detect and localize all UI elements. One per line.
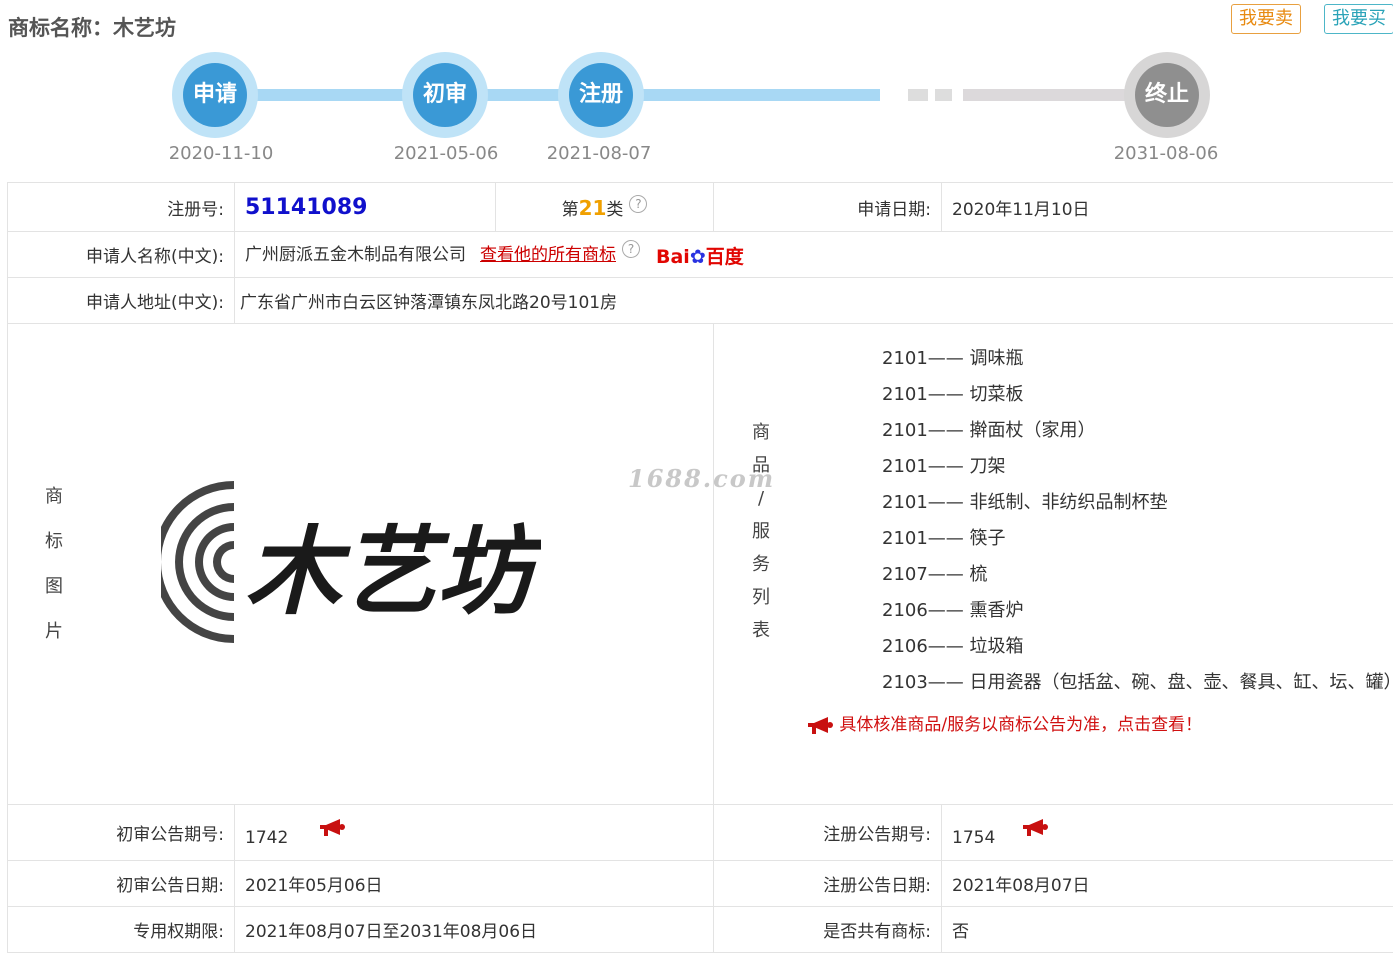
- table-row: 专用权期限: 2021年08月07日至2031年08月06日 是否共有商标: 否: [7, 906, 1393, 953]
- watermark: 1688.com: [628, 464, 776, 493]
- megaphone-icon[interactable]: [318, 818, 346, 836]
- table-row: 初审公告期号: 1742 注册公告期号: 1754: [7, 804, 1393, 861]
- sell-button[interactable]: 我要卖: [1231, 4, 1301, 34]
- prelim-date-value: 2021年05月06日: [234, 860, 714, 907]
- applicant-cell: 广州厨派五金木制品有限公司 查看他的所有商标? Bai✿百度: [234, 231, 1393, 278]
- table-row: 申请人地址(中文): 广东省广州市白云区钟落潭镇东凤北路20号101房: [7, 277, 1393, 324]
- timeline-date-apply: 2020-11-10: [168, 143, 274, 164]
- timeline-progress-bar: [215, 89, 880, 101]
- list-item: 2101—— 切菜板: [882, 384, 1024, 405]
- buy-button[interactable]: 我要买: [1324, 4, 1393, 34]
- class-number: 21: [578, 195, 607, 220]
- baidu-search-button[interactable]: Bai✿百度: [656, 242, 744, 269]
- list-item: 2106—— 熏香炉: [882, 600, 1024, 621]
- help-icon[interactable]: ?: [629, 194, 648, 213]
- timeline-node-register: 注册: [558, 52, 644, 138]
- list-item: 2101—— 刀架: [882, 456, 1006, 477]
- goods-list: 2101—— 调味瓶 2101—— 切菜板 2101—— 擀面杖（家用） 210…: [882, 341, 1393, 701]
- list-item: 2103—— 日用瓷器（包括盆、碗、盘、壶、餐具、缸、坛、罐）: [882, 672, 1393, 693]
- prelim-issue-label: 初审公告期号:: [7, 804, 235, 861]
- goods-section-label: 商品 / 服务列表: [752, 422, 770, 641]
- reg-issue-label: 注册公告期号:: [713, 804, 942, 861]
- term-value: 2021年08月07日至2031年08月06日: [234, 906, 714, 953]
- timeline-date-register: 2021-08-07: [546, 143, 652, 164]
- megaphone-icon: [808, 717, 833, 734]
- megaphone-icon[interactable]: [1021, 818, 1049, 836]
- prelim-date-label: 初审公告日期:: [7, 860, 235, 907]
- table-row: 注册号: 51141089 第21类? 申请日期: 2020年11月10日: [7, 182, 1393, 232]
- reg-no-value: 51141089: [245, 194, 368, 220]
- applicant-name: 广州厨派五金木制品有限公司: [245, 245, 466, 266]
- timeline-date-prelim: 2021-05-06: [393, 143, 499, 164]
- trademark-info-table: 注册号: 51141089 第21类? 申请日期: 2020年11月10日 申请…: [7, 182, 1393, 953]
- list-item: 2106—— 垃圾箱: [882, 636, 1024, 657]
- reg-issue-value: 1754: [952, 827, 996, 848]
- goods-notice-link[interactable]: 具体核准商品/服务以商标公告为准，点击查看！: [806, 710, 1202, 735]
- help-icon[interactable]: ?: [622, 240, 640, 259]
- table-row: 商标图片 木艺坊 商品 / 服务列表 2101—— 调味瓶 2101—— 切菜板 2…: [7, 323, 1393, 805]
- list-item: 2101—— 筷子: [882, 528, 1006, 549]
- trademark-image-cell: 商标图片 木艺坊: [7, 323, 714, 805]
- list-item: 2101—— 调味瓶: [882, 348, 1024, 369]
- applicant-label: 申请人名称(中文):: [7, 231, 235, 278]
- image-section-label: 商标图片: [45, 486, 63, 642]
- goods-cell: 商品 / 服务列表 2101—— 调味瓶 2101—— 切菜板 2101—— 擀面杖…: [713, 323, 1393, 805]
- list-item: 2107—— 梳: [882, 564, 988, 585]
- timeline-dash: [908, 89, 928, 101]
- address-value: 广东省广州市白云区钟落潭镇东凤北路20号101房: [234, 277, 1393, 324]
- prelim-issue-cell: 1742: [234, 804, 714, 861]
- reg-date-value: 2021年08月07日: [941, 860, 1393, 907]
- timeline-node-end: 终止: [1124, 52, 1210, 138]
- apply-date-value: 2020年11月10日: [941, 182, 1393, 232]
- table-row: 申请人名称(中文): 广州厨派五金木制品有限公司 查看他的所有商标? Bai✿百度: [7, 231, 1393, 278]
- table-row: 初审公告日期: 2021年05月06日 注册公告日期: 2021年08月07日: [7, 860, 1393, 907]
- timeline-node-prelim: 初审: [402, 52, 488, 138]
- apply-date-label: 申请日期:: [713, 182, 942, 232]
- trademark-logo-image: 木艺坊: [161, 481, 541, 643]
- reg-date-label: 注册公告日期:: [713, 860, 942, 907]
- list-item: 2101—— 非纸制、非纺织品制杯垫: [882, 492, 1168, 513]
- shared-label: 是否共有商标:: [713, 906, 942, 953]
- baidu-paw-icon: ✿: [689, 245, 706, 268]
- prelim-issue-value: 1742: [245, 827, 289, 848]
- page-title: 商标名称：木艺坊: [8, 16, 176, 40]
- list-item: 2101—— 擀面杖（家用）: [882, 420, 1096, 441]
- timeline-node-apply: 申请: [172, 52, 258, 138]
- timeline-date-end: 2031-08-06: [1113, 143, 1219, 164]
- shared-value: 否: [941, 906, 1393, 953]
- class-cell: 第21类?: [495, 182, 714, 232]
- all-marks-link[interactable]: 查看他的所有商标: [480, 245, 616, 265]
- term-label: 专用权期限:: [7, 906, 235, 953]
- address-label: 申请人地址(中文):: [7, 277, 235, 324]
- timeline-dash: [935, 89, 952, 101]
- reg-issue-cell: 1754: [941, 804, 1393, 861]
- reg-no-label: 注册号:: [7, 182, 235, 232]
- trademark-text: 木艺坊: [245, 515, 541, 628]
